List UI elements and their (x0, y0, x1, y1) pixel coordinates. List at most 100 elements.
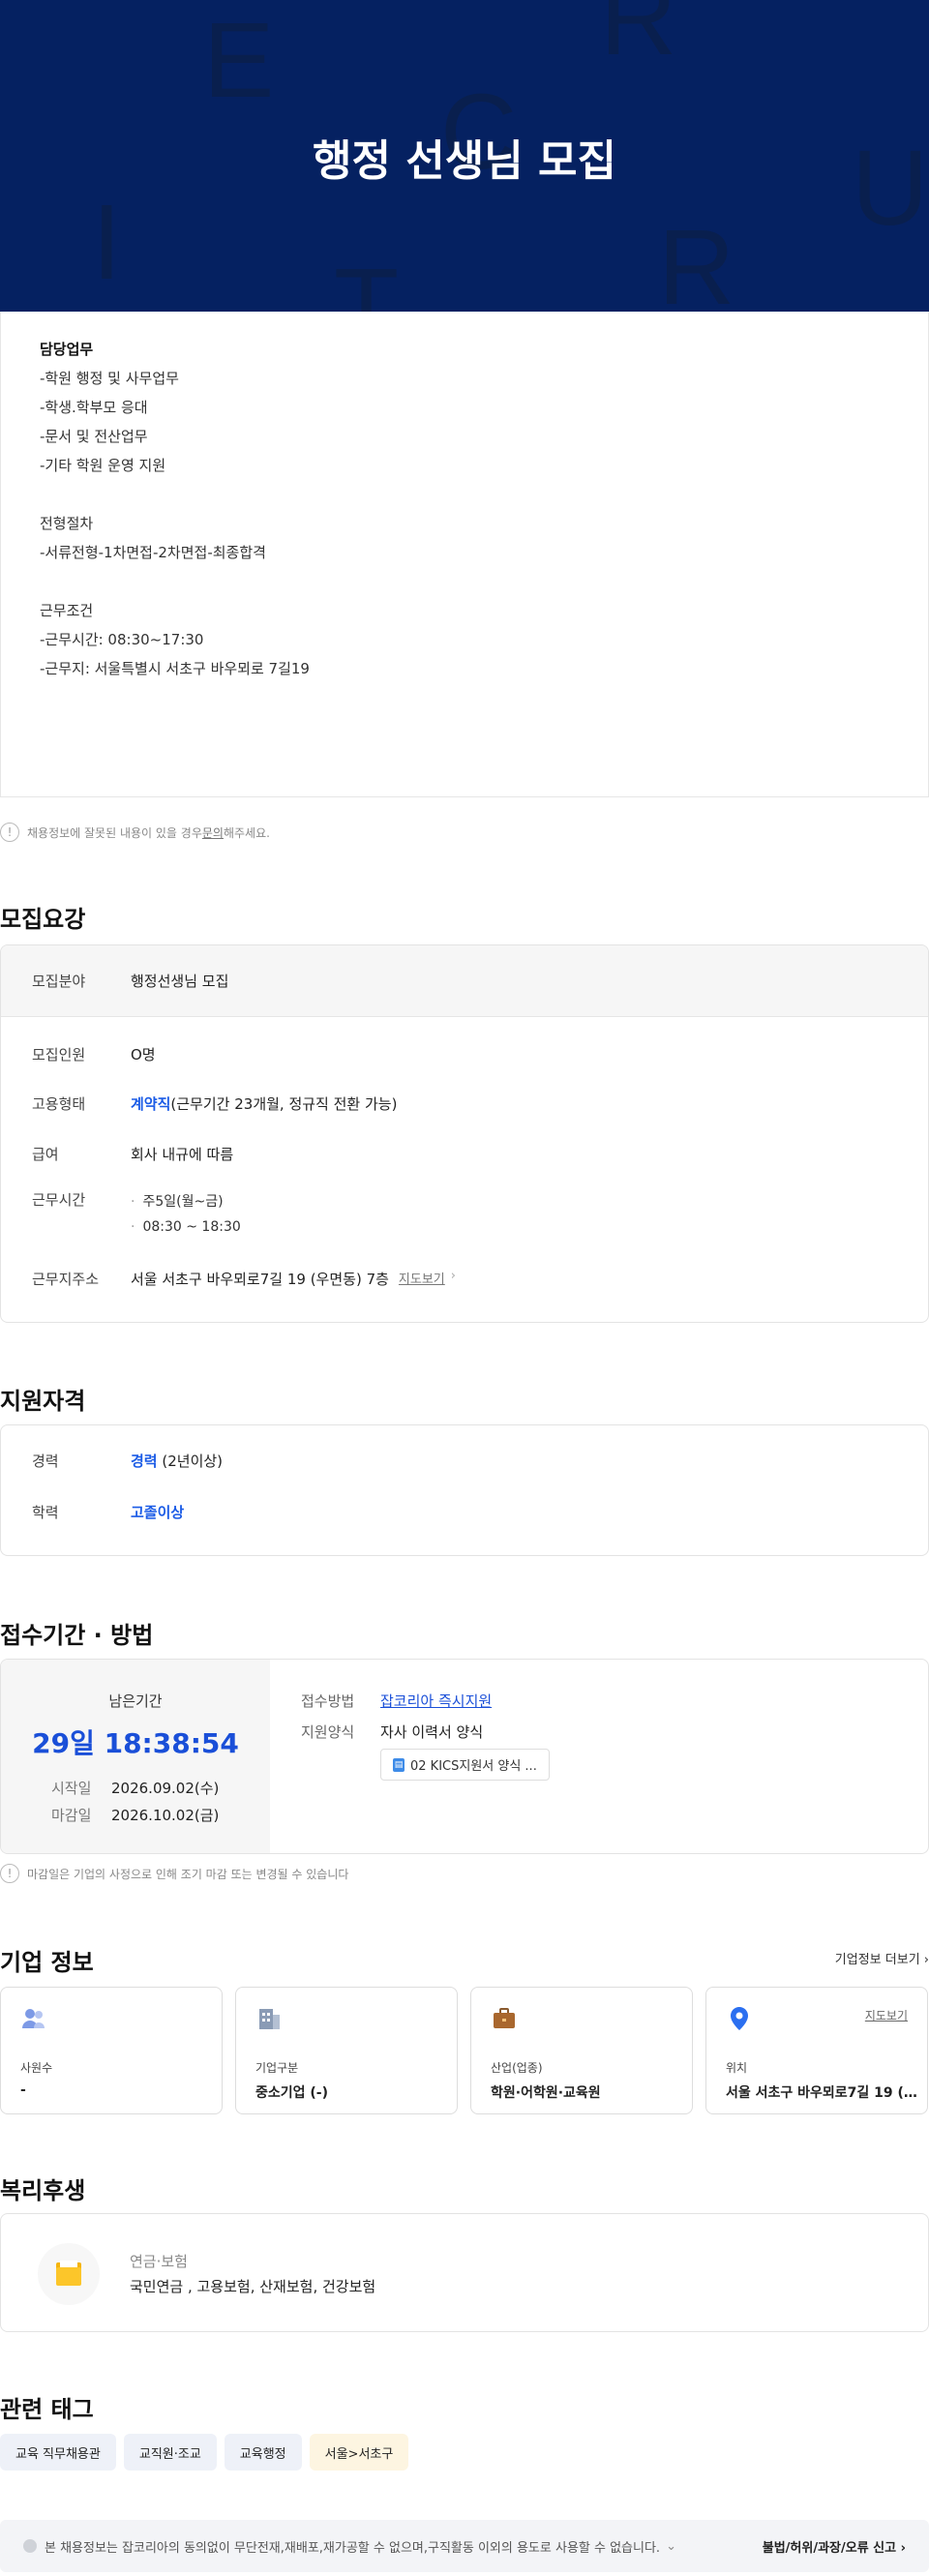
detail-line: -기타 학원 운영 지원 (40, 457, 166, 474)
detail-line: -근무지: 서울특별시 서초구 바우뫼로 7길19 (40, 660, 310, 677)
edu-value: 고졸이상 (131, 1504, 185, 1521)
welfare-panel: 연금·보험 국민연금 , 고용보험, 산재보험, 건강보험 (0, 2213, 929, 2332)
info-icon: ! (0, 823, 19, 842)
remain-label: 남은기간 (108, 1692, 163, 1710)
chevron-right-icon: › (900, 2540, 906, 2556)
location-pin-icon (731, 2007, 748, 2030)
hero-banner: E R C U I R T 행정 선생님 모집 (0, 0, 929, 312)
recruit-field-row: 모집분야 행정선생님 모집 (1, 945, 928, 1017)
info-icon: ! (0, 1864, 19, 1883)
end-label: 마감일 (51, 1807, 92, 1824)
welfare-category: 연금·보험 (130, 2253, 188, 2270)
address-label: 근무지주소 (32, 1271, 100, 1288)
hours-label: 근무시간 (32, 1191, 86, 1209)
company-more-link[interactable]: 기업정보 더보기 › (835, 1949, 929, 1967)
detail-line: 전형절차 (40, 515, 94, 532)
welfare-section-title: 복리후생 (0, 2177, 86, 2204)
report-link[interactable]: 불법/허위/과장/오류 신고 › (763, 2537, 906, 2556)
copyright-footer: 본 채용정보는 잡코리아의 동의없이 무단전재,재배포,재가공할 수 없으며,구… (0, 2520, 929, 2572)
start-date-row: 시작일 2026.09.02(수) (51, 1775, 270, 1802)
career-highlight: 경력 (131, 1453, 158, 1470)
card-label: 위치 (726, 2061, 748, 2075)
company-card-type: 기업구분 중소기업 (-) (235, 1987, 458, 2114)
remaining-time-panel: 남은기간 29일 18:38:54 시작일 2026.09.02(수) 마감일 … (1, 1660, 270, 1853)
footer-text: 본 채용정보는 잡코리아의 동의없이 무단전재,재배포,재가공할 수 없으며,구… (45, 2540, 661, 2556)
apply-section-title: 접수기간 · 방법 (0, 1622, 154, 1649)
salary-label: 급여 (32, 1146, 59, 1163)
tag-list: 교육 직무채용관 교직원·조교 교육행정 서울>서초구 (0, 2434, 409, 2471)
welfare-icon-wrap (38, 2243, 100, 2305)
card-value: 학원·어학원·교육원 (491, 2085, 601, 2101)
hero-bg-letter: T (334, 247, 400, 313)
tag-item[interactable]: 교육 직무채용관 (0, 2434, 116, 2471)
hours-item: 08:30 ~ 18:30 (131, 1214, 240, 1240)
detail-line: -서류전형-1차면접-2차면접-최종합격 (40, 544, 266, 561)
tag-item[interactable]: 교직원·조교 (123, 2434, 217, 2471)
employment-type-row: 고용형태 계약직(근무기간 23개월, 정규직 전환 가능) (32, 1093, 397, 1114)
education-row: 학력 고졸이상 (32, 1502, 184, 1522)
tags-section-title: 관련 태그 (0, 2396, 94, 2423)
folder-icon (56, 2261, 81, 2286)
detail-line (40, 480, 889, 509)
edu-label: 학력 (32, 1504, 59, 1521)
notice-text: 마감일은 기업의 사정으로 인해 조기 마감 또는 변경될 수 있습니다 (27, 1867, 349, 1881)
field-label: 모집분야 (32, 973, 86, 990)
address-value: 서울 서초구 바우뫼로7길 19 (우면동) 7층 (131, 1271, 389, 1288)
detail-line: -문서 및 전산업무 (40, 428, 148, 445)
tag-item[interactable]: 서울>서초구 (309, 2434, 409, 2471)
card-value: 중소기업 (-) (255, 2085, 329, 2101)
attachment-download[interactable]: ▤ 02 KICS지원서 양식 ... (380, 1749, 550, 1781)
hero-bg-letter: E (203, 1, 275, 120)
chevron-down-icon[interactable]: ⌄ (666, 2539, 676, 2554)
hero-title: 행정 선생님 모집 (313, 136, 616, 186)
job-detail-content: 담당업무 -학원 행정 및 사무업무 -학생.학부모 응대 -문서 및 전산업무… (0, 312, 929, 797)
detail-line: 근무조건 (40, 602, 94, 619)
qualification-table: 경력 경력 (2년이상) 학력 고졸이상 (0, 1424, 929, 1556)
detail-line: -근무시간: 08:30~17:30 (40, 631, 204, 648)
report-label: 불법/허위/과장/오류 신고 (762, 2540, 897, 2556)
form-label: 지원양식 (301, 1723, 355, 1741)
file-name: 02 KICS지원서 양식 ... (410, 1759, 537, 1774)
detail-line: -학생.학부모 응대 (40, 399, 148, 416)
location-map-link[interactable]: 지도보기 (865, 2007, 908, 2023)
company-section-title: 기업 정보 (0, 1949, 94, 1976)
count-label: 모집인원 (32, 1046, 86, 1063)
salary-value: 회사 내규에 따름 (131, 1146, 234, 1163)
end-date-row: 마감일 2026.10.02(금) (51, 1802, 270, 1829)
card-label: 사원수 (20, 2061, 53, 2075)
hours-list: 주5일(월~금) 08:30 ~ 18:30 (131, 1189, 240, 1240)
company-card-industry: 산업(업종) 학원·어학원·교육원 (470, 1987, 693, 2114)
map-link[interactable]: 지도보기 (399, 1269, 445, 1287)
start-value: 2026.09.02(수) (111, 1780, 220, 1797)
card-label: 기업구분 (255, 2061, 299, 2075)
career-label: 경력 (32, 1453, 59, 1470)
form-row: 지원양식 자사 이력서 양식 (301, 1720, 928, 1745)
building-icon (259, 2009, 280, 2029)
recruit-count-row: 모집인원 O명 (32, 1044, 156, 1064)
inquiry-link[interactable]: 문의 (202, 824, 224, 841)
people-icon (22, 2009, 45, 2028)
hero-bg-letter: R (658, 208, 735, 313)
work-hours-row: 근무시간 주5일(월~금) 08:30 ~ 18:30 (32, 1189, 241, 1240)
type-label: 고용형태 (32, 1095, 86, 1113)
hero-bg-letter: R (600, 0, 677, 77)
card-label: 산업(업종) (491, 2061, 543, 2075)
apply-method-panel: 접수방법 잡코리아 즉시지원 지원양식 자사 이력서 양식 ▤ 02 KICS지… (270, 1660, 928, 1853)
address-row: 근무지주소 서울 서초구 바우뫼로7길 19 (우면동) 7층 지도보기 › (32, 1269, 456, 1289)
salary-row: 급여 회사 내규에 따름 (32, 1144, 233, 1164)
notice-text: 채용정보에 잘못된 내용이 있을 경우 (27, 825, 202, 840)
career-detail: (2년이상) (157, 1453, 224, 1470)
welfare-value: 국민연금 , 고용보험, 산재보험, 건강보험 (130, 2278, 376, 2295)
detail-line: 담당업무 (40, 341, 94, 358)
type-highlight: 계약직 (131, 1095, 171, 1113)
hero-bg-letter: I (92, 183, 122, 302)
deadline-notice: ! 마감일은 기업의 사정으로 인해 조기 마감 또는 변경될 수 있습니다 (0, 1864, 348, 1883)
notice-suffix: 해주세요. (223, 825, 270, 840)
chevron-right-icon: › (450, 1269, 456, 1283)
tag-item[interactable]: 교육행정 (224, 2434, 302, 2471)
card-value: - (20, 2082, 26, 2098)
chevron-right-icon: › (923, 1953, 929, 1967)
form-value: 자사 이력서 양식 (380, 1723, 484, 1741)
error-report-notice: ! 채용정보에 잘못된 내용이 있을 경우 문의 해주세요. (0, 823, 270, 842)
instant-apply-link[interactable]: 잡코리아 즉시지원 (380, 1689, 492, 1714)
